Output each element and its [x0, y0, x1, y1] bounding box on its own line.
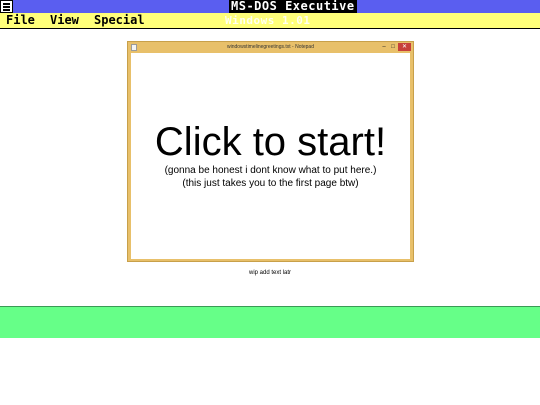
- green-band: [0, 306, 540, 338]
- menu-special[interactable]: Special: [94, 13, 145, 28]
- faded-title-overlay: Windows 1.01: [225, 14, 311, 27]
- system-menu-icon-line: [3, 6, 10, 8]
- footer-note: wip add text latr: [248, 270, 292, 276]
- system-menu-icon-line: [3, 9, 10, 11]
- close-button[interactable]: ✕: [398, 43, 411, 51]
- menu-file[interactable]: File: [6, 13, 35, 28]
- minimize-button[interactable]: –: [380, 43, 388, 51]
- start-heading[interactable]: Click to start!: [131, 119, 410, 165]
- system-menu-icon: [3, 3, 10, 5]
- maximize-button[interactable]: □: [389, 43, 397, 51]
- subtitle-line-2: (this just takes you to the first page b…: [182, 178, 359, 189]
- notepad-title-bar[interactable]: windowstimelinegreetings.txt - Notepad –…: [128, 42, 413, 53]
- menu-view[interactable]: View: [50, 13, 79, 28]
- subtitle-line-1: (gonna be honest i dont know what to put…: [164, 165, 377, 176]
- title-bar: MS-DOS Executive: [0, 0, 540, 13]
- app-title: MS-DOS Executive: [229, 0, 357, 13]
- system-menu-button[interactable]: [0, 0, 13, 13]
- notepad-window-title: windowstimelinegreetings.txt - Notepad: [227, 44, 314, 50]
- notepad-text-area[interactable]: Click to start! (gonna be honest i dont …: [131, 53, 410, 259]
- notepad-window[interactable]: windowstimelinegreetings.txt - Notepad –…: [127, 41, 414, 262]
